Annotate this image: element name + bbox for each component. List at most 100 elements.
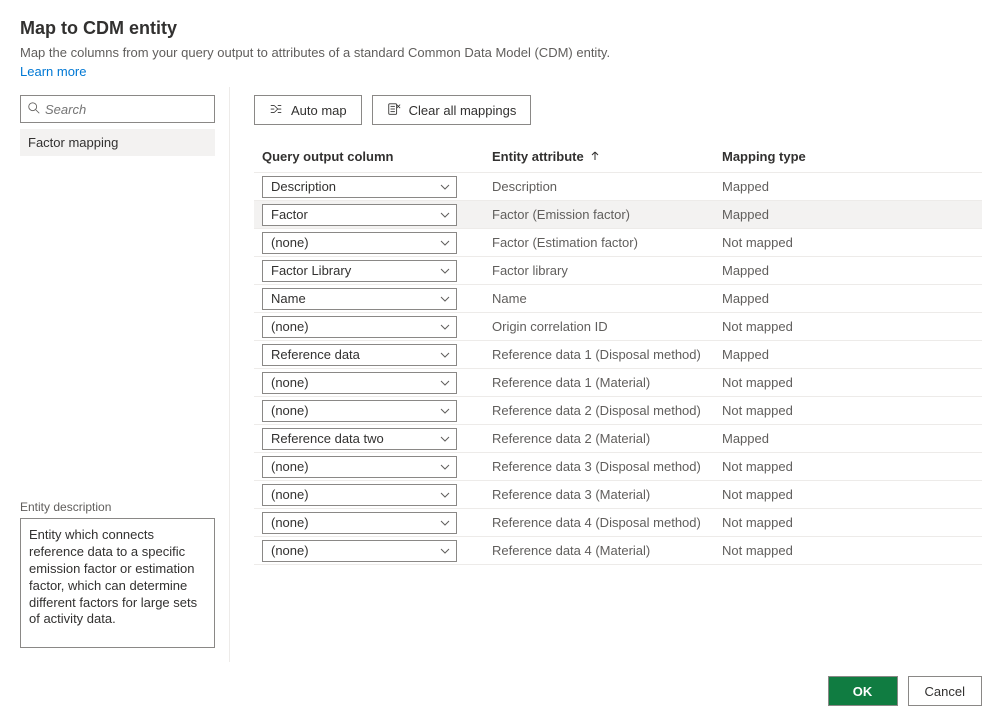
table-row: Reference dataReference data 1 (Disposal… xyxy=(254,341,982,369)
output-column-select[interactable]: (none) xyxy=(262,372,457,394)
output-column-select[interactable]: Name xyxy=(262,288,457,310)
table-row: (none)Factor (Estimation factor)Not mapp… xyxy=(254,229,982,257)
auto-map-icon xyxy=(269,102,283,119)
page-subtitle: Map the columns from your query output t… xyxy=(20,45,982,60)
auto-map-button[interactable]: Auto map xyxy=(254,95,362,125)
chevron-down-icon xyxy=(440,210,450,220)
select-value: Name xyxy=(271,291,306,306)
chevron-down-icon xyxy=(440,350,450,360)
select-value: Reference data two xyxy=(271,431,384,446)
entity-description-label: Entity description xyxy=(20,500,215,514)
learn-more-link[interactable]: Learn more xyxy=(20,64,86,79)
chevron-down-icon xyxy=(440,182,450,192)
table-row: NameNameMapped xyxy=(254,285,982,313)
output-column-select[interactable]: Reference data two xyxy=(262,428,457,450)
entity-attribute-cell: Reference data 4 (Material) xyxy=(492,543,722,558)
entity-attribute-cell: Reference data 4 (Disposal method) xyxy=(492,515,722,530)
chevron-down-icon xyxy=(440,266,450,276)
table-row: Factor Factor (Emission factor)Mapped xyxy=(254,201,982,229)
mapping-type-cell: Not mapped xyxy=(722,403,974,418)
entity-list: Factor mapping xyxy=(20,129,215,500)
cancel-button[interactable]: Cancel xyxy=(908,676,982,706)
dialog-header: Map to CDM entity Map the columns from y… xyxy=(0,0,1002,87)
mapping-table: Query output column Entity attribute Map… xyxy=(254,143,982,662)
mapping-type-cell: Not mapped xyxy=(722,487,974,502)
output-column-select[interactable]: Description xyxy=(262,176,457,198)
output-column-select[interactable]: Factor xyxy=(262,204,457,226)
col-header-output[interactable]: Query output column xyxy=(262,149,492,164)
entity-description-box: Entity which connects reference data to … xyxy=(20,518,215,648)
mapping-type-cell: Mapped xyxy=(722,291,974,306)
chevron-down-icon xyxy=(440,546,450,556)
select-value: (none) xyxy=(271,403,309,418)
table-row: (none) Reference data 4 (Disposal method)… xyxy=(254,509,982,537)
chevron-down-icon xyxy=(440,490,450,500)
entity-attribute-cell: Reference data 3 (Disposal method) xyxy=(492,459,722,474)
search-icon xyxy=(27,101,41,118)
mapping-type-cell: Mapped xyxy=(722,431,974,446)
entity-attribute-cell: Reference data 2 (Disposal method) xyxy=(492,403,722,418)
select-value: (none) xyxy=(271,515,309,530)
search-input[interactable] xyxy=(41,102,223,117)
output-column-select[interactable]: Reference data xyxy=(262,344,457,366)
chevron-down-icon xyxy=(440,434,450,444)
table-row: Reference data twoReference data 2 (Mate… xyxy=(254,425,982,453)
select-value: Reference data xyxy=(271,347,360,362)
output-column-select[interactable]: Factor Library xyxy=(262,260,457,282)
entity-attribute-cell: Name xyxy=(492,291,722,306)
ok-button[interactable]: OK xyxy=(828,676,898,706)
table-row: (none) Reference data 2 (Disposal method)… xyxy=(254,397,982,425)
output-column-select[interactable]: (none) xyxy=(262,540,457,562)
select-value: Factor xyxy=(271,207,308,222)
entity-attribute-cell: Origin correlation ID xyxy=(492,319,722,334)
chevron-down-icon xyxy=(440,462,450,472)
col-header-attribute[interactable]: Entity attribute xyxy=(492,149,722,164)
output-column-select[interactable]: (none) xyxy=(262,232,457,254)
table-row: (none) Reference data 3 (Material)Not map… xyxy=(254,481,982,509)
select-value: Factor Library xyxy=(271,263,351,278)
entity-attribute-cell: Description xyxy=(492,179,722,194)
select-value: (none) xyxy=(271,543,309,558)
clear-mappings-label: Clear all mappings xyxy=(409,103,517,118)
table-row: (none) Reference data 4 (Material)Not map… xyxy=(254,537,982,565)
output-column-select[interactable]: (none) xyxy=(262,316,457,338)
mapping-type-cell: Mapped xyxy=(722,179,974,194)
mapping-type-cell: Not mapped xyxy=(722,459,974,474)
entity-attribute-cell: Reference data 3 (Material) xyxy=(492,487,722,502)
entity-attribute-cell: Factor (Emission factor) xyxy=(492,207,722,222)
table-body: DescriptionDescriptionMappedFactorFactor… xyxy=(254,173,982,565)
mapping-type-cell: Mapped xyxy=(722,207,974,222)
clear-mappings-button[interactable]: Clear all mappings xyxy=(372,95,532,125)
table-row: (none)Reference data 1 (Material)Not map… xyxy=(254,369,982,397)
entity-attribute-cell: Factor library xyxy=(492,263,722,278)
mapping-type-cell: Not mapped xyxy=(722,543,974,558)
table-row: Factor Library Factor libraryMapped xyxy=(254,257,982,285)
entity-attribute-cell: Factor (Estimation factor) xyxy=(492,235,722,250)
entity-list-item[interactable]: Factor mapping xyxy=(20,129,215,156)
search-input-wrapper[interactable] xyxy=(20,95,215,123)
chevron-down-icon xyxy=(440,406,450,416)
table-row: (none) Reference data 3 (Disposal method)… xyxy=(254,453,982,481)
select-value: Description xyxy=(271,179,336,194)
col-header-attribute-label: Entity attribute xyxy=(492,149,584,164)
chevron-down-icon xyxy=(440,294,450,304)
sort-asc-icon xyxy=(590,149,600,164)
mapping-type-cell: Mapped xyxy=(722,347,974,362)
output-column-select[interactable]: (none) xyxy=(262,456,457,478)
select-value: (none) xyxy=(271,487,309,502)
mapping-type-cell: Mapped xyxy=(722,263,974,278)
entity-attribute-cell: Reference data 1 (Material) xyxy=(492,375,722,390)
chevron-down-icon xyxy=(440,378,450,388)
output-column-select[interactable]: (none) xyxy=(262,400,457,422)
page-title: Map to CDM entity xyxy=(20,18,982,39)
dialog-footer: OK Cancel xyxy=(0,662,1002,720)
table-header: Query output column Entity attribute Map… xyxy=(254,143,982,173)
table-row: (none)Origin correlation IDNot mapped xyxy=(254,313,982,341)
select-value: (none) xyxy=(271,319,309,334)
output-column-select[interactable]: (none) xyxy=(262,512,457,534)
output-column-select[interactable]: (none) xyxy=(262,484,457,506)
sidebar: Factor mapping Entity description Entity… xyxy=(0,87,230,662)
clear-mappings-icon xyxy=(387,102,401,119)
mapping-type-cell: Not mapped xyxy=(722,515,974,530)
col-header-type[interactable]: Mapping type xyxy=(722,149,974,164)
